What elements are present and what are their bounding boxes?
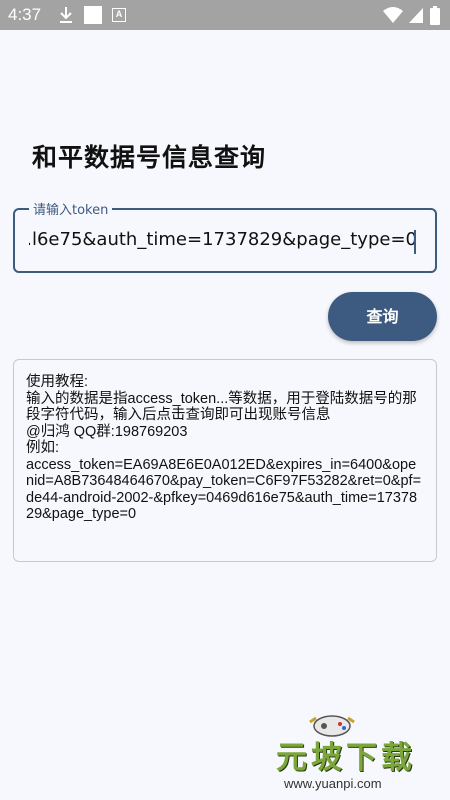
watermark-logo: 元坡下载 www.yuanpi.com	[262, 708, 450, 800]
page-title: 和平数据号信息查询	[32, 143, 267, 172]
watermark-brand: 元坡下载	[276, 740, 416, 776]
query-button[interactable]: 查询	[328, 292, 437, 341]
token-input-label: 请输入token	[29, 199, 113, 218]
download-icon	[60, 7, 72, 23]
token-input[interactable]: 请输入token a=...l6e75&auth_time=1737829&pa…	[13, 199, 437, 273]
instructions-panel: 使用教程: 输入的数据是指access_token...等数据，用于登陆数据号的…	[13, 359, 437, 562]
instructions-example-token: access_token=EA69A8E6E0A012ED&expires_in…	[26, 456, 422, 523]
status-time: 4:37	[8, 5, 42, 24]
instructions-contact: @归鸿 QQ群:198769203	[26, 423, 188, 440]
instructions-example-label: 例如:	[26, 440, 60, 456]
watermark-url: www.yuanpi.com	[284, 776, 382, 791]
instructions-description: 输入的数据是指access_token...等数据，用于登陆数据号的那段字符代码…	[26, 390, 417, 424]
text-caret	[414, 230, 416, 254]
status-bar: 4:37 A	[0, 0, 450, 30]
token-input-value[interactable]: a=...l6e75&auth_time=1737829&page_type=0	[29, 229, 417, 255]
instructions-heading: 使用教程:	[26, 374, 89, 390]
wifi-icon	[383, 7, 403, 23]
battery-icon	[430, 6, 440, 25]
a-badge-icon: A	[112, 8, 126, 22]
signal-icon	[409, 8, 423, 23]
square-icon	[84, 6, 102, 24]
